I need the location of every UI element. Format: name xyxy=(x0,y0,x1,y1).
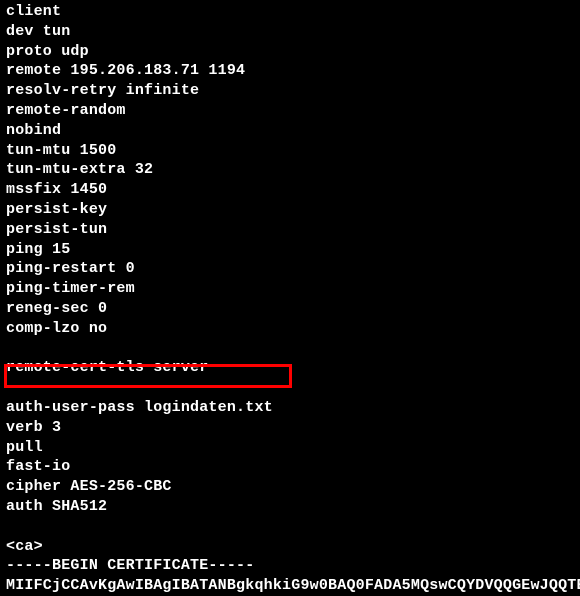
blank-line xyxy=(6,339,580,359)
config-line: remote-random xyxy=(6,101,580,121)
config-line: verb 3 xyxy=(6,418,580,438)
config-line: dev tun xyxy=(6,22,580,42)
config-line: auth SHA512 xyxy=(6,497,580,517)
config-line-highlighted: auth-user-pass logindaten.txt xyxy=(6,398,580,418)
blank-line xyxy=(6,378,580,398)
config-line: <ca> xyxy=(6,537,580,557)
config-line: resolv-retry infinite xyxy=(6,81,580,101)
config-line: ping-restart 0 xyxy=(6,259,580,279)
config-line: fast-io xyxy=(6,457,580,477)
config-line: ping-timer-rem xyxy=(6,279,580,299)
config-line: mssfix 1450 xyxy=(6,180,580,200)
config-line: proto udp xyxy=(6,42,580,62)
config-line: persist-tun xyxy=(6,220,580,240)
config-line: MIIFCjCCAvKgAwIBAgIBATANBgkqhkiG9w0BAQ0F… xyxy=(6,576,580,596)
config-line: pull xyxy=(6,438,580,458)
config-line: client xyxy=(6,2,580,22)
config-line: reneg-sec 0 xyxy=(6,299,580,319)
config-line: tun-mtu-extra 32 xyxy=(6,160,580,180)
config-line: remote 195.206.183.71 1194 xyxy=(6,61,580,81)
config-line: ping 15 xyxy=(6,240,580,260)
config-line: persist-key xyxy=(6,200,580,220)
blank-line xyxy=(6,517,580,537)
config-line: -----BEGIN CERTIFICATE----- xyxy=(6,556,580,576)
config-line: cipher AES-256-CBC xyxy=(6,477,580,497)
config-line: nobind xyxy=(6,121,580,141)
config-line: tun-mtu 1500 xyxy=(6,141,580,161)
config-line: remote-cert-tls server xyxy=(6,358,580,378)
terminal-output: client dev tun proto udp remote 195.206.… xyxy=(6,2,580,596)
config-line: comp-lzo no xyxy=(6,319,580,339)
